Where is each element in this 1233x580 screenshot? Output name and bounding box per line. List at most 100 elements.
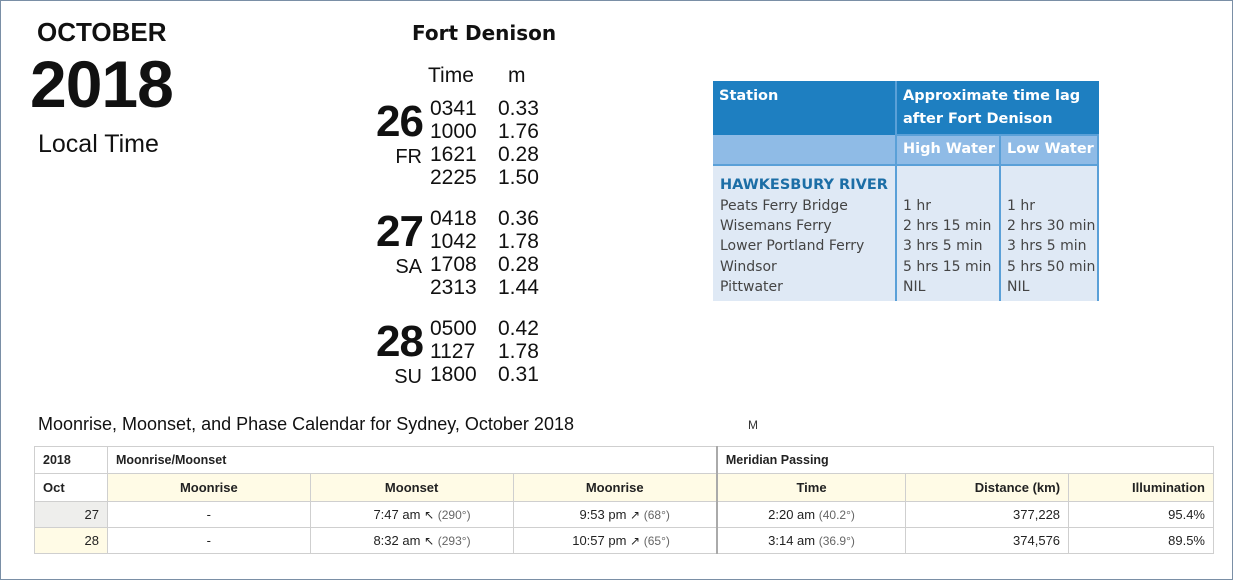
tide-day-number: 28	[376, 317, 424, 366]
lag-low-value: NIL	[1007, 279, 1030, 295]
moon-col-oct: Oct	[34, 473, 108, 502]
tide-time: 1800	[430, 363, 477, 386]
month-label: OCTOBER	[37, 17, 167, 47]
moonset-azimuth: (290°)	[437, 508, 471, 522]
moon-col-distance: Distance (km)	[905, 473, 1070, 502]
meridian-altitude: (36.9°)	[818, 534, 855, 548]
moon-calendar-title: Moonrise, Moonset, and Phase Calendar fo…	[38, 414, 574, 434]
tide-time: 1708	[430, 253, 477, 276]
tide-time: 1042	[430, 230, 477, 253]
lag-divider	[713, 164, 1099, 166]
lag-header-lag-line2: after Fort Denison	[903, 111, 1053, 127]
tide-col-m: m	[508, 64, 526, 87]
lag-station-name: Pittwater	[720, 279, 783, 295]
meridian-time: 3:14 am	[768, 533, 816, 548]
lag-header-station: Station	[719, 88, 779, 104]
tide-day-abbr: FR	[395, 146, 422, 168]
tide-height: 0.36	[498, 207, 539, 230]
moonrise2-cell: 9:53 pm ↗ (68°)	[512, 501, 718, 528]
table-row: 28 - 8:32 am ↖ (293°) 10:57 pm ↗ (65°) 3…	[34, 527, 1214, 554]
tide-time: 0500	[430, 317, 477, 340]
year-label: 2018	[30, 47, 174, 121]
tide-height: 1.78	[498, 230, 539, 253]
distance-value: 374,576	[905, 527, 1070, 554]
moon-day: 28	[34, 527, 108, 554]
tide-height: 0.31	[498, 363, 539, 386]
moonrise2-cell: 10:57 pm ↗ (65°)	[512, 527, 718, 554]
lag-divider	[895, 81, 897, 301]
tide-height: 1.50	[498, 166, 539, 189]
lag-header-high-water: High Water	[903, 141, 996, 157]
tide-day-number: 27	[376, 207, 424, 256]
tide-day-abbr: SA	[395, 256, 422, 278]
meridian-cell: 2:20 am (40.2°)	[715, 501, 907, 528]
tide-col-time: Time	[428, 64, 474, 87]
meridian-cell: 3:14 am (36.9°)	[715, 527, 907, 554]
moonrise-value: -	[106, 501, 311, 528]
lag-header-lag-line1: Approximate time lag	[903, 88, 1081, 104]
moonrise2-azimuth: (65°)	[643, 534, 670, 548]
rise-arrow-icon: ↗	[630, 508, 641, 522]
tide-time: 1000	[430, 120, 477, 143]
local-time-label: Local Time	[38, 130, 159, 158]
lag-station-name: Lower Portland Ferry	[720, 238, 865, 254]
moon-table: 2018 Moonrise/Moonset Meridian Passing O…	[34, 446, 1214, 554]
lag-divider	[895, 134, 1099, 136]
lag-divider	[999, 135, 1001, 301]
stray-text: M	[748, 418, 758, 432]
tide-height: 0.33	[498, 97, 539, 120]
lag-station-name: Windsor	[720, 259, 777, 275]
lag-high-value: 5 hrs 15 min	[903, 259, 992, 275]
lag-station-name: Peats Ferry Bridge	[720, 198, 848, 214]
tide-time: 2225	[430, 166, 477, 189]
set-arrow-icon: ↖	[424, 534, 435, 548]
tide-time: 0418	[430, 207, 477, 230]
tide-station-name: Fort Denison	[412, 21, 557, 45]
meridian-altitude: (40.2°)	[818, 508, 855, 522]
lag-low-value: 1 hr	[1007, 198, 1035, 214]
lag-header-low-water: Low Water	[1007, 141, 1094, 157]
tide-height: 1.44	[498, 276, 539, 299]
table-row: 27 - 7:47 am ↖ (290°) 9:53 pm ↗ (68°) 2:…	[34, 501, 1214, 528]
tide-height: 0.28	[498, 143, 539, 166]
tide-time: 2313	[430, 276, 477, 299]
moonset-azimuth: (293°)	[437, 534, 471, 548]
lag-section-title: HAWKESBURY RIVER	[720, 177, 888, 193]
moon-column-header-row: Oct Moonrise Moonset Moonrise Time Dista…	[34, 473, 1214, 502]
moon-col-time: Time	[715, 473, 907, 502]
tide-height: 0.28	[498, 253, 539, 276]
set-arrow-icon: ↖	[424, 508, 435, 522]
distance-value: 377,228	[905, 501, 1070, 528]
moonset-value: 7:47 am	[373, 507, 421, 522]
moonrise-value: -	[106, 527, 311, 554]
lag-high-value: 3 hrs 5 min	[903, 238, 983, 254]
moon-col-moonrise: Moonrise	[106, 473, 311, 502]
lag-divider	[1097, 135, 1099, 301]
illumination-value: 95.4%	[1068, 501, 1214, 528]
meridian-time: 2:20 am	[768, 507, 816, 522]
moon-header-rise-set: Moonrise/Moonset	[106, 446, 718, 474]
moonset-cell: 8:32 am ↖ (293°)	[309, 527, 514, 554]
rise-arrow-icon: ↗	[630, 534, 641, 548]
lag-low-value: 2 hrs 30 min	[1007, 218, 1096, 234]
moon-header-row: 2018 Moonrise/Moonset Meridian Passing	[34, 446, 1214, 474]
moonrise2-value: 10:57 pm	[572, 533, 627, 548]
moonset-value: 8:32 am	[373, 533, 421, 548]
moonset-cell: 7:47 am ↖ (290°)	[309, 501, 514, 528]
moonrise2-value: 9:53 pm	[579, 507, 627, 522]
tide-time: 1621	[430, 143, 477, 166]
tide-day-number: 26	[376, 97, 424, 146]
tide-time: 0341	[430, 97, 477, 120]
moon-col-moonrise-2: Moonrise	[512, 473, 718, 502]
moon-header-meridian: Meridian Passing	[715, 446, 1214, 474]
lag-low-value: 3 hrs 5 min	[1007, 238, 1087, 254]
moon-day: 27	[34, 501, 108, 528]
lag-high-value: 1 hr	[903, 198, 931, 214]
moon-header-year: 2018	[34, 446, 108, 474]
tide-height: 1.78	[498, 340, 539, 363]
tide-day-abbr: SU	[394, 366, 422, 388]
moon-col-moonset: Moonset	[309, 473, 514, 502]
lag-station-name: Wisemans Ferry	[720, 218, 832, 234]
lag-low-value: 5 hrs 50 min	[1007, 259, 1096, 275]
lag-high-value: 2 hrs 15 min	[903, 218, 992, 234]
